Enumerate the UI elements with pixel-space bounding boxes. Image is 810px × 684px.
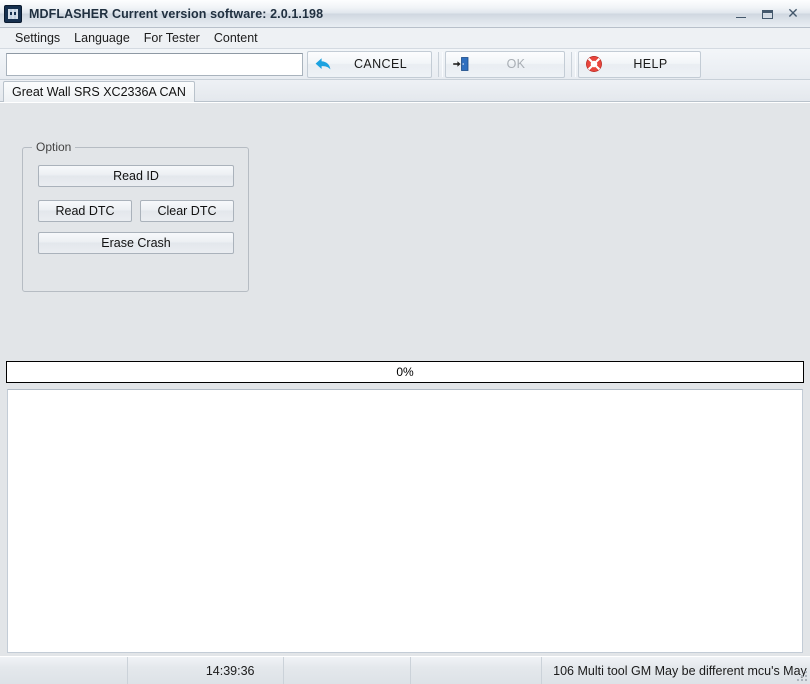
toolbar-separator-2 (571, 51, 576, 77)
search-input[interactable] (6, 52, 303, 76)
resize-grip-icon[interactable] (796, 670, 808, 682)
menu-bar: Settings Language For Tester Content (0, 28, 810, 49)
cancel-button-label: CANCEL (353, 57, 408, 71)
minimize-button[interactable] (728, 3, 754, 25)
tab-label: Great Wall SRS XC2336A CAN (12, 85, 186, 99)
help-button-label: HELP (633, 57, 668, 71)
log-output-area[interactable] (7, 389, 803, 653)
read-id-button[interactable]: Read ID (38, 165, 234, 187)
toolbar-separator-1 (438, 51, 443, 77)
progress-bar: 0% (6, 361, 804, 383)
option-group-title: Option (32, 140, 76, 154)
tab-strip: Great Wall SRS XC2336A CAN (0, 80, 810, 102)
clear-dtc-button[interactable]: Clear DTC (140, 200, 234, 222)
window-title: MDFLASHER Current version software: 2.0.… (29, 6, 324, 21)
maximize-icon (761, 9, 773, 19)
option-group: Option Read ID Read DTC Clear DTC Erase … (22, 140, 249, 292)
progress-bar-label: 0% (396, 365, 414, 379)
status-panel-4 (411, 657, 543, 684)
app-icon (4, 4, 22, 23)
minimize-icon (736, 17, 746, 18)
status-panel-message: 106 Multi tool GM May be different mcu's… (553, 663, 807, 678)
erase-crash-button[interactable]: Erase Crash (38, 232, 234, 254)
ok-button[interactable]: OK (445, 50, 565, 78)
close-button[interactable]: ✕ (780, 3, 806, 25)
help-button[interactable]: HELP (578, 50, 701, 78)
maximize-button[interactable] (754, 3, 780, 25)
application-window: MDFLASHER Current version software: 2.0.… (0, 0, 810, 684)
tab-great-wall-srs[interactable]: Great Wall SRS XC2336A CAN (3, 81, 195, 102)
status-panel-1 (0, 657, 128, 684)
lifebuoy-icon (581, 52, 607, 77)
exit-door-icon (448, 52, 474, 77)
window-controls: ✕ (728, 0, 806, 28)
menu-item-content[interactable]: Content (207, 29, 265, 48)
title-bar: MDFLASHER Current version software: 2.0.… (0, 0, 810, 28)
menu-item-settings[interactable]: Settings (8, 29, 67, 48)
ok-button-label: OK (506, 57, 526, 71)
toolbar: CANCEL OK HELP (0, 49, 810, 80)
progress-bar-container: 0% (6, 361, 804, 387)
cancel-button[interactable]: CANCEL (307, 50, 432, 78)
menu-item-for-tester[interactable]: For Tester (137, 29, 207, 48)
status-panel-time: 14:39:36 (128, 657, 284, 684)
back-arrow-icon (310, 52, 336, 77)
close-icon: ✕ (787, 6, 799, 22)
status-bar: 14:39:36 106 Multi tool GM May be differ… (0, 656, 810, 684)
read-dtc-button[interactable]: Read DTC (38, 200, 132, 222)
menu-item-language[interactable]: Language (67, 29, 137, 48)
main-content: Option Read ID Read DTC Clear DTC Erase … (0, 102, 810, 361)
status-panel-3 (284, 657, 412, 684)
